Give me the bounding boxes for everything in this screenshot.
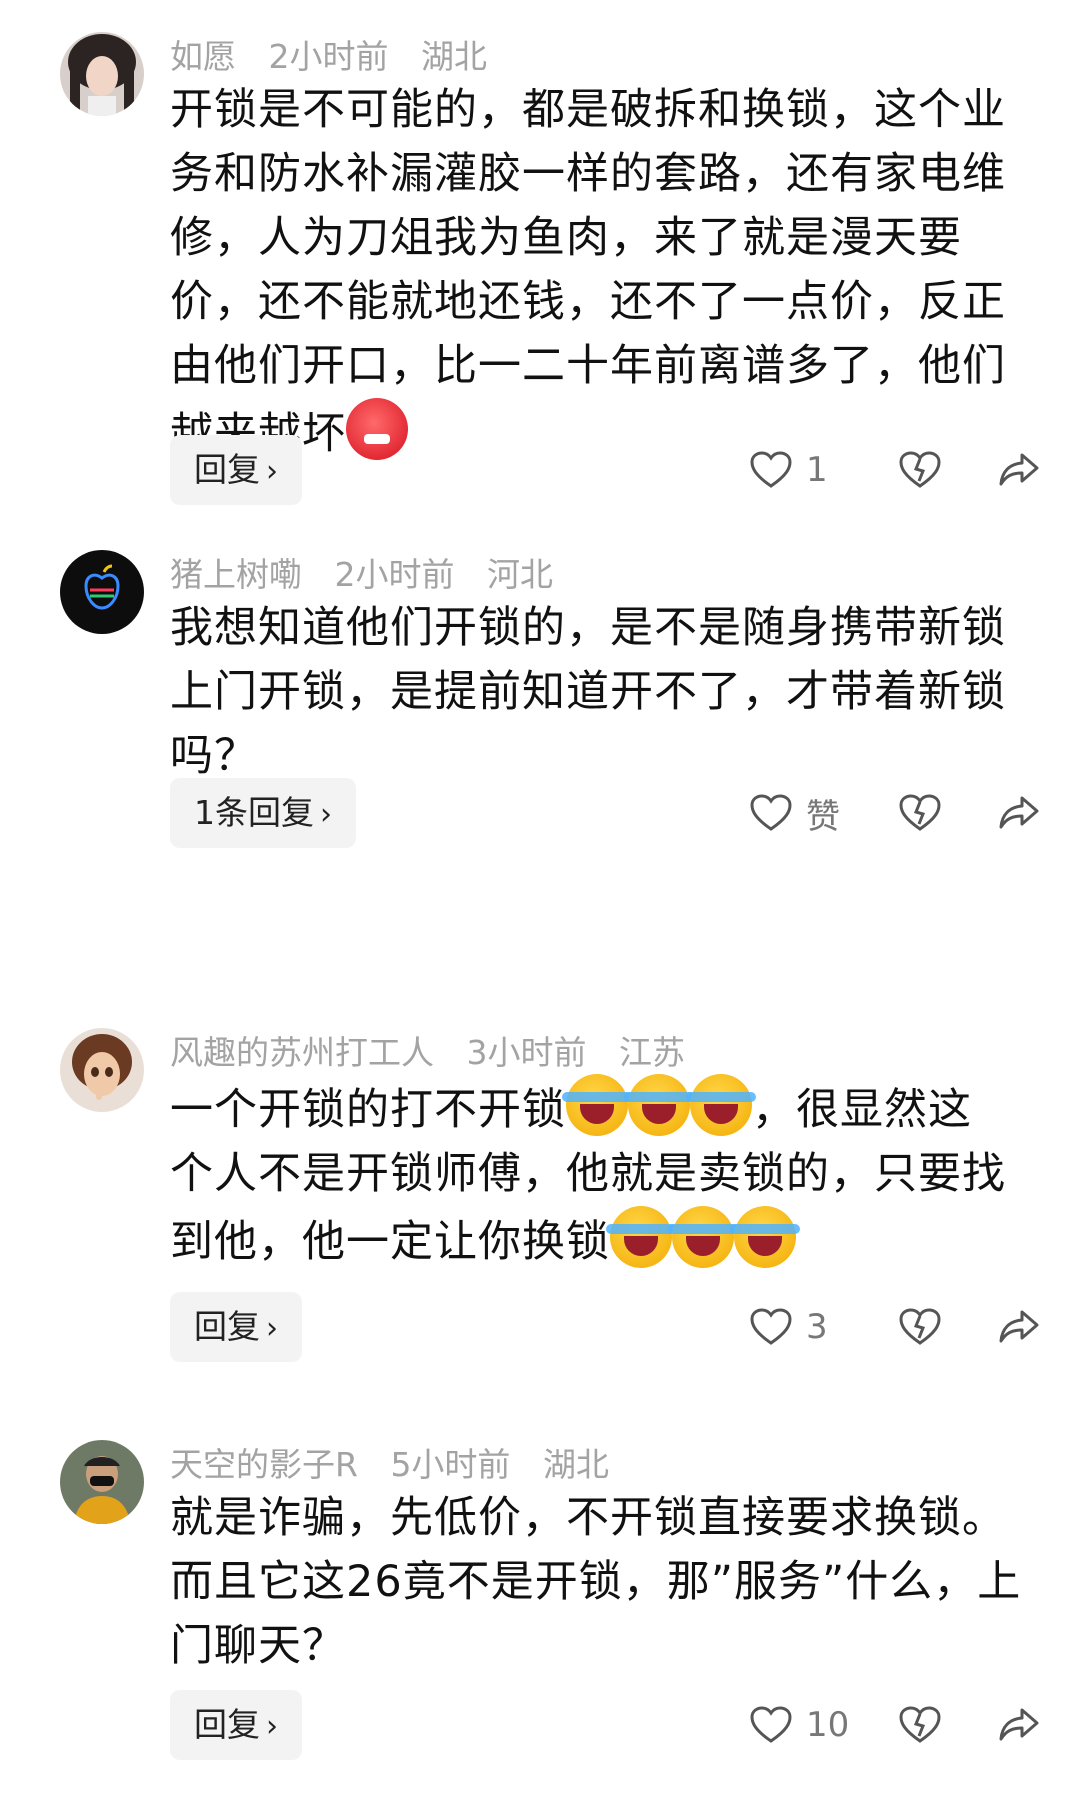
heart-outline-icon (750, 794, 792, 831)
crying-laughing-emoji-icon (562, 1074, 632, 1136)
comment-actions: 3 (750, 1292, 1040, 1362)
location: 江苏 (619, 1033, 685, 1072)
like-count: 3 (806, 1307, 828, 1347)
crying-laughing-emoji-icon (668, 1206, 738, 1268)
share-button[interactable] (970, 1707, 1040, 1743)
location: 湖北 (421, 37, 487, 76)
like-button[interactable]: 10 (750, 1705, 870, 1745)
reply-button[interactable]: 回复 › (170, 435, 302, 505)
heart-outline-icon (750, 1308, 792, 1345)
reply-button[interactable]: 回复 › (170, 1690, 302, 1760)
comment-body: 就是诈骗，先低价，不开锁直接要求换锁。而且它这26竟不是开锁，那”服务”什么，上… (170, 1493, 1022, 1671)
comment-meta: 风趣的苏州打工人 3小时前 江苏 (170, 1026, 707, 1074)
comment-text: 就是诈骗，先低价，不开锁直接要求换锁。而且它这26竟不是开锁，那”服务”什么，上… (170, 1486, 1030, 1678)
share-button[interactable] (970, 1309, 1040, 1345)
username[interactable]: 天空的影子R (170, 1445, 358, 1484)
chevron-right-icon: › (320, 797, 332, 832)
username[interactable]: 猪上树嘞 (170, 555, 302, 594)
chevron-right-icon: › (266, 1311, 278, 1346)
location: 河北 (487, 555, 553, 594)
broken-heart-icon (899, 451, 941, 488)
heart-outline-icon (750, 451, 792, 488)
comment-actions: 赞 (750, 778, 1040, 848)
like-count: 赞 (806, 796, 840, 837)
share-arrow-icon (999, 796, 1039, 829)
like-button[interactable]: 3 (750, 1307, 870, 1347)
timestamp: 2小时前 (268, 37, 389, 76)
username[interactable]: 如愿 (170, 37, 236, 76)
chevron-right-icon: › (266, 454, 278, 489)
comment-body-part1: 一个开锁的打不开锁 (170, 1085, 566, 1135)
angry-face-emoji-icon (346, 398, 408, 460)
comment-meta: 如愿 2小时前 湖北 (170, 30, 509, 78)
crying-laughing-emoji-icon (606, 1206, 676, 1268)
dislike-button[interactable] (870, 794, 970, 832)
like-count: 1 (806, 450, 828, 490)
comment-text: 一个开锁的打不开锁 ，很显然这个人不是开锁师傅，他就是卖锁的，只要找到他，他一定让… (170, 1074, 1010, 1274)
reply-label: 回复 (194, 1307, 260, 1346)
timestamp: 5小时前 (390, 1445, 511, 1484)
comment-meta: 天空的影子R 5小时前 湖北 (170, 1438, 631, 1486)
reply-label: 回复 (194, 1705, 260, 1744)
username[interactable]: 风趣的苏州打工人 (170, 1033, 434, 1072)
location: 湖北 (542, 1445, 609, 1484)
comment-text: 开锁是不可能的，都是破拆和换锁，这个业务和防水补漏灌胶一样的套路，还有家电维修，… (170, 78, 1030, 466)
comment-actions: 10 (750, 1690, 1040, 1760)
share-arrow-icon (999, 453, 1039, 486)
timestamp: 2小时前 (334, 555, 455, 594)
broken-heart-icon (899, 1706, 941, 1743)
reply-label: 回复 (194, 450, 260, 489)
broken-heart-icon (899, 794, 941, 831)
comment-actions: 1 (750, 435, 1040, 505)
dislike-button[interactable] (870, 451, 970, 489)
like-button[interactable]: 1 (750, 450, 870, 490)
share-arrow-icon (999, 1310, 1039, 1343)
dislike-button[interactable] (870, 1706, 970, 1744)
timestamp: 3小时前 (466, 1033, 587, 1072)
comment-text: 我想知道他们开锁的，是不是随身携带新锁上门开锁，是提前知道开不了，才带着新锁吗？ (170, 596, 1030, 788)
share-button[interactable] (970, 795, 1040, 831)
avatar[interactable] (60, 1028, 144, 1112)
share-button[interactable] (970, 452, 1040, 488)
comment-body: 开锁是不可能的，都是破拆和换锁，这个业务和防水补漏灌胶一样的套路，还有家电维修，… (170, 85, 1006, 459)
broken-heart-icon (899, 1308, 941, 1345)
comment-meta: 猪上树嘞 2小时前 河北 (170, 548, 575, 596)
like-button[interactable]: 赞 (750, 789, 870, 838)
like-count: 10 (806, 1705, 850, 1745)
share-arrow-icon (999, 1708, 1039, 1741)
reply-button[interactable]: 1条回复 › (170, 778, 356, 848)
reply-label: 1条回复 (194, 793, 314, 832)
avatar[interactable] (60, 32, 144, 116)
crying-laughing-emoji-icon (624, 1074, 694, 1136)
avatar[interactable] (60, 550, 144, 634)
dislike-button[interactable] (870, 1308, 970, 1346)
avatar[interactable] (60, 1440, 144, 1524)
heart-outline-icon (750, 1706, 792, 1743)
chevron-right-icon: › (266, 1709, 278, 1744)
reply-button[interactable]: 回复 › (170, 1292, 302, 1362)
crying-laughing-emoji-icon (730, 1206, 800, 1268)
comment-body: 我想知道他们开锁的，是不是随身携带新锁上门开锁，是提前知道开不了，才带着新锁吗？ (170, 603, 1006, 781)
crying-laughing-emoji-icon (686, 1074, 756, 1136)
